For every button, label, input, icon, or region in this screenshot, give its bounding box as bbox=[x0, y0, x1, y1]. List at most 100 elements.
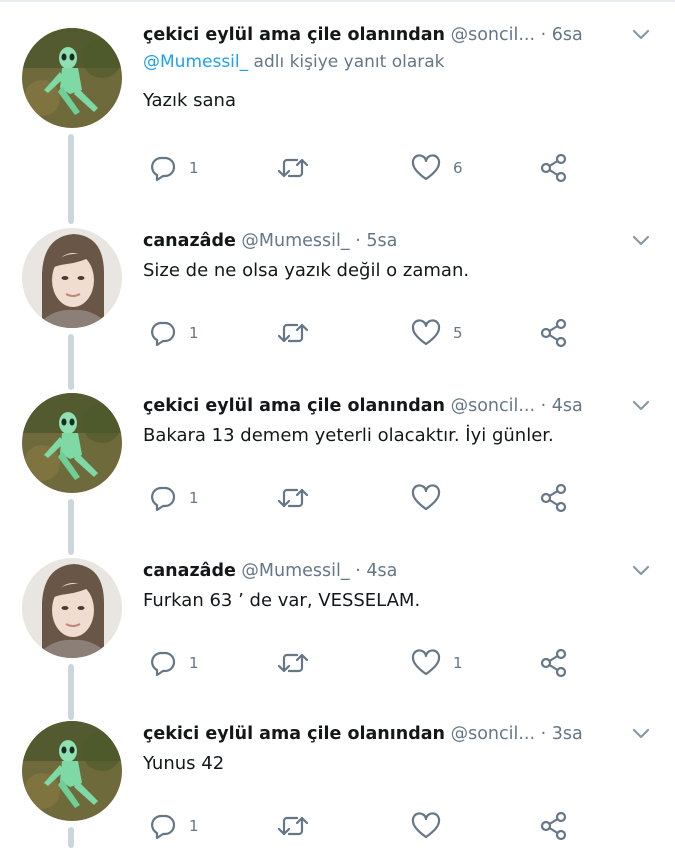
like-button[interactable] bbox=[411, 809, 453, 843]
chevron-down-icon[interactable] bbox=[629, 721, 653, 745]
like-count: 1 bbox=[453, 654, 463, 672]
share-button[interactable] bbox=[539, 316, 569, 350]
tweet-header: çekici eylül ama çile olanından @soncil.… bbox=[143, 719, 643, 749]
tweet-text: Furkan 63 ’ de var, VESSELAM. bbox=[143, 590, 421, 611]
like-count: 5 bbox=[453, 324, 463, 342]
retweet-button[interactable] bbox=[277, 316, 321, 350]
display-name[interactable]: çekici eylül ama çile olanından bbox=[143, 724, 445, 744]
retweet-icon bbox=[277, 323, 309, 343]
reply-icon bbox=[151, 321, 176, 347]
tweet-actions: 1 1 bbox=[143, 646, 613, 680]
timestamp[interactable]: 6sa bbox=[552, 25, 583, 45]
reply-count: 1 bbox=[189, 489, 199, 507]
user-handle[interactable]: @Mumessil_ bbox=[241, 561, 349, 581]
reply-icon bbox=[151, 651, 176, 677]
timestamp[interactable]: 5sa bbox=[366, 231, 397, 251]
reply-count: 1 bbox=[189, 324, 199, 342]
user-handle[interactable]: @soncil... bbox=[451, 25, 535, 45]
reply-button[interactable]: 1 bbox=[149, 646, 199, 680]
like-button[interactable] bbox=[411, 481, 453, 515]
timestamp[interactable]: 4sa bbox=[552, 396, 583, 416]
share-icon bbox=[540, 153, 567, 183]
avatar[interactable] bbox=[22, 721, 122, 821]
display-name[interactable]: çekici eylül ama çile olanından bbox=[143, 396, 445, 416]
separator-dot: · bbox=[355, 561, 361, 581]
retweet-icon bbox=[277, 653, 309, 673]
heart-icon bbox=[411, 154, 441, 181]
tweet-actions: 1 6 bbox=[143, 151, 613, 185]
reply-count: 1 bbox=[189, 654, 199, 672]
retweet-button[interactable] bbox=[277, 481, 321, 515]
mention-link[interactable]: @Mumessil_ bbox=[143, 52, 248, 72]
reply-icon bbox=[151, 156, 176, 182]
avatar[interactable] bbox=[22, 28, 122, 128]
alien-avatar-image bbox=[22, 393, 122, 493]
chevron-down-icon[interactable] bbox=[629, 228, 653, 252]
retweet-icon bbox=[277, 158, 309, 178]
heart-icon bbox=[411, 319, 441, 346]
retweet-button[interactable] bbox=[277, 809, 321, 843]
retweet-button[interactable] bbox=[277, 646, 321, 680]
thread-connector bbox=[68, 669, 74, 717]
user-handle[interactable]: @soncil... bbox=[451, 724, 535, 744]
reply-button[interactable]: 1 bbox=[149, 809, 199, 843]
reply-icon bbox=[151, 486, 176, 512]
share-button[interactable] bbox=[539, 481, 569, 515]
avatar[interactable] bbox=[22, 393, 122, 493]
avatar[interactable] bbox=[22, 228, 122, 328]
alien-avatar-image bbox=[22, 28, 122, 128]
heart-icon bbox=[411, 649, 441, 676]
heart-icon bbox=[411, 484, 441, 511]
tweet-header: çekici eylül ama çile olanından @soncil.… bbox=[143, 391, 643, 421]
tweet-actions: 1 5 bbox=[143, 316, 613, 350]
chevron-down-icon[interactable] bbox=[629, 393, 653, 417]
reply-button[interactable]: 1 bbox=[149, 481, 199, 515]
share-icon bbox=[540, 318, 567, 348]
thread-connector bbox=[68, 827, 74, 848]
share-button[interactable] bbox=[539, 151, 569, 185]
tweet-actions: 1 bbox=[143, 809, 613, 843]
retweet-button[interactable] bbox=[277, 151, 321, 185]
chevron-down-icon[interactable] bbox=[629, 22, 653, 46]
display-name[interactable]: canazâde bbox=[143, 231, 236, 251]
like-button[interactable]: 1 bbox=[411, 646, 463, 680]
reply-context-text: adlı kişiye yanıt olarak bbox=[248, 52, 445, 72]
tweet-thread: çekici eylül ama çile olanından @soncil.… bbox=[0, 0, 675, 848]
tweet-text: Size de ne olsa yazık değil o zaman. bbox=[143, 260, 470, 281]
alien-avatar-image bbox=[22, 721, 122, 821]
thread-connector bbox=[68, 176, 74, 224]
tweet-text: Yazık sana bbox=[143, 90, 236, 111]
separator-dot: · bbox=[540, 396, 547, 416]
tweet-header: canazâde @Mumessil_ · 5sa bbox=[143, 226, 643, 256]
separator-dot: · bbox=[355, 231, 361, 251]
timestamp[interactable]: 4sa bbox=[366, 561, 397, 581]
user-handle[interactable]: @soncil... bbox=[451, 396, 535, 416]
share-button[interactable] bbox=[539, 646, 569, 680]
reply-icon bbox=[151, 814, 176, 840]
thread-connector bbox=[68, 506, 74, 554]
tweet-text: Bakara 13 demem yeterli olacaktır. İyi g… bbox=[143, 425, 554, 446]
avatar[interactable] bbox=[22, 558, 122, 658]
reply-button[interactable]: 1 bbox=[149, 316, 199, 350]
reply-context: @Mumessil_ adlı kişiye yanıt olarak bbox=[143, 52, 445, 72]
reply-count: 1 bbox=[189, 817, 199, 835]
separator-dot: · bbox=[540, 25, 547, 45]
display-name[interactable]: canazâde bbox=[143, 561, 236, 581]
like-button[interactable]: 5 bbox=[411, 316, 463, 350]
display-name[interactable]: çekici eylül ama çile olanından bbox=[143, 25, 445, 45]
separator-dot: · bbox=[540, 724, 547, 744]
share-icon bbox=[540, 811, 567, 841]
user-handle[interactable]: @Mumessil_ bbox=[241, 231, 349, 251]
retweet-icon bbox=[277, 488, 309, 508]
share-button[interactable] bbox=[539, 809, 569, 843]
woman-avatar-image bbox=[22, 558, 122, 658]
timestamp[interactable]: 3sa bbox=[552, 724, 583, 744]
tweet-actions: 1 bbox=[143, 481, 613, 515]
retweet-icon bbox=[277, 816, 309, 836]
like-button[interactable]: 6 bbox=[411, 151, 463, 185]
woman-avatar-image bbox=[22, 228, 122, 328]
tweet-header: canazâde @Mumessil_ · 4sa bbox=[143, 556, 643, 586]
tweet-text: Yunus 42 bbox=[143, 753, 225, 774]
reply-button[interactable]: 1 bbox=[149, 151, 199, 185]
chevron-down-icon[interactable] bbox=[629, 558, 653, 582]
